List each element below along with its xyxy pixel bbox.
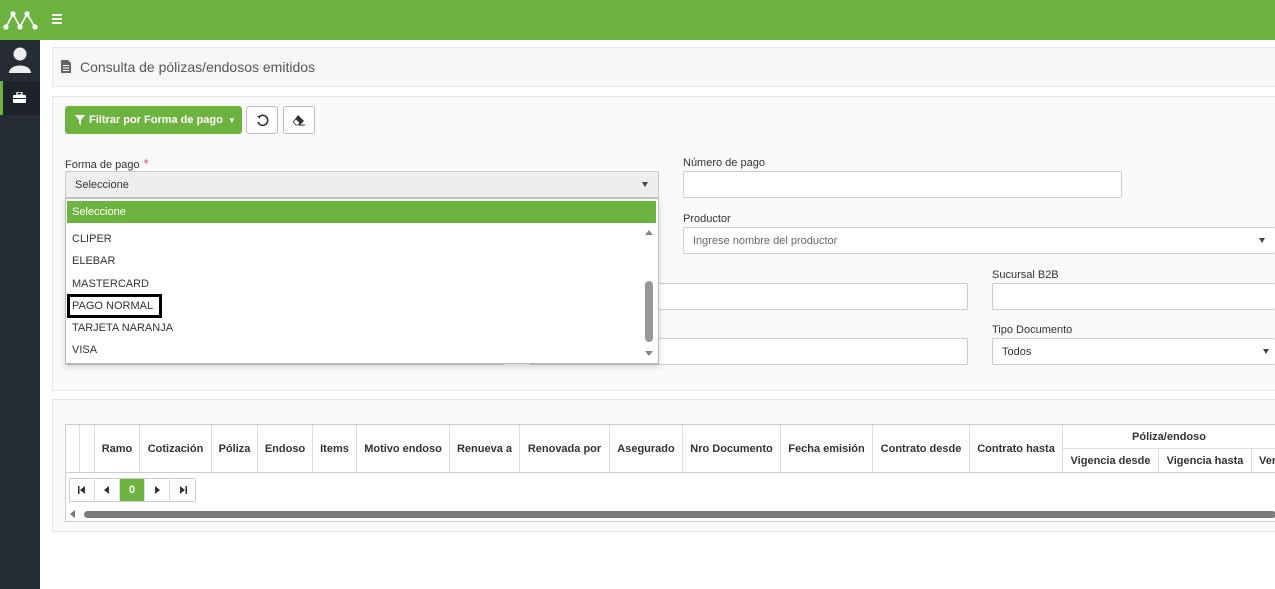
filter-by-payment-button[interactable]: Filtrar por Forma de pago ▼ [65, 106, 242, 134]
column-header[interactable]: Ramo [95, 425, 140, 473]
document-type-select[interactable]: Todos [992, 338, 1275, 365]
producer-label: Productor [683, 213, 731, 225]
reset-button[interactable] [246, 106, 278, 134]
document-type-label: Tipo Documento [992, 324, 1073, 336]
pager: 0 [69, 478, 196, 502]
column-header[interactable]: Asegurado [610, 425, 683, 473]
scroll-left-icon[interactable] [66, 507, 80, 521]
first-page-icon [78, 486, 85, 494]
dropdown-option[interactable]: ELEBAR [67, 251, 115, 271]
current-page[interactable]: 0 [120, 479, 145, 501]
next-page-button[interactable] [145, 479, 170, 501]
column-header[interactable]: Renueva a [450, 425, 520, 473]
next-page-icon [155, 486, 160, 494]
top-bar [0, 0, 1275, 40]
grid-header-select [80, 425, 95, 473]
dropdown-option-selected[interactable]: Seleccione [67, 201, 656, 223]
group-header-poliza-endoso: Póliza/endoso [1132, 431, 1206, 443]
chevron-down-icon [642, 181, 648, 187]
dropdown-option[interactable]: CLIPER [67, 229, 112, 249]
header-divider [66, 472, 1275, 473]
column-header[interactable]: Contrato hasta [970, 425, 1063, 473]
payment-method-select[interactable]: Seleccione [65, 171, 659, 198]
undo-icon [256, 114, 268, 126]
logo-icon[interactable] [3, 9, 39, 31]
payment-method-value: Seleccione [75, 178, 129, 191]
grid-header-blank [66, 425, 80, 473]
dropdown-option-highlighted[interactable]: PAGO NORMAL [67, 294, 162, 318]
sidebar-item-briefcase[interactable] [0, 81, 40, 115]
dropdown-scroll-thumb[interactable] [645, 281, 653, 342]
briefcase-icon [13, 92, 26, 103]
dropdown-option[interactable]: MASTERCARD [67, 274, 149, 294]
grid-scroll-thumb[interactable] [84, 511, 1275, 518]
last-page-icon [179, 486, 187, 494]
dropdown-option[interactable]: TARJETA NARANJA [67, 318, 173, 338]
producer-placeholder: Ingrese nombre del productor [693, 234, 838, 247]
prev-page-button[interactable] [95, 479, 120, 501]
column-header[interactable]: Cotización [140, 425, 212, 473]
eraser-icon [292, 115, 305, 126]
column-header[interactable]: Motivo endoso [357, 425, 450, 473]
chevron-down-icon [1263, 348, 1269, 354]
sidebar [0, 40, 40, 589]
last-page-button[interactable] [170, 479, 195, 501]
column-header[interactable]: Póliza [212, 425, 258, 473]
document-icon [61, 60, 71, 73]
branch-b2b-label: Sucursal B2B [992, 269, 1059, 281]
filter-icon [75, 115, 85, 125]
column-header[interactable]: Contrato desde [873, 425, 970, 473]
column-header[interactable]: Vigencia hasta [1159, 448, 1252, 473]
hamburger-icon[interactable] [52, 14, 62, 24]
producer-select[interactable]: Ingrese nombre del productor [683, 227, 1275, 254]
filter-button-label: Filtrar por Forma de pago [89, 114, 223, 126]
payment-number-label: Número de pago [683, 157, 765, 169]
payment-number-input[interactable] [683, 171, 1122, 198]
document-type-value: Todos [1002, 345, 1032, 358]
column-header[interactable]: Vigencia desde [1063, 448, 1159, 473]
column-header[interactable]: Ver [1252, 448, 1275, 473]
dropdown-option[interactable]: VISA [67, 340, 97, 360]
user-icon[interactable] [8, 46, 32, 74]
first-page-button[interactable] [70, 479, 95, 501]
column-header[interactable]: Endoso [258, 425, 313, 473]
page-title: Consulta de pólizas/endosos emitidos [80, 59, 316, 75]
column-header[interactable]: Nro Documento [683, 425, 781, 473]
payment-method-label: Forma de pago * [65, 156, 149, 171]
clear-button[interactable] [283, 106, 315, 134]
prev-page-icon [104, 486, 109, 494]
column-header[interactable]: Fecha emisión [781, 425, 873, 473]
column-header[interactable]: Renovada por [520, 425, 610, 473]
branch-b2b-input[interactable] [992, 283, 1275, 310]
caret-down-icon: ▼ [227, 115, 236, 125]
chevron-down-icon [1259, 237, 1265, 243]
column-header[interactable]: Items [313, 425, 357, 473]
